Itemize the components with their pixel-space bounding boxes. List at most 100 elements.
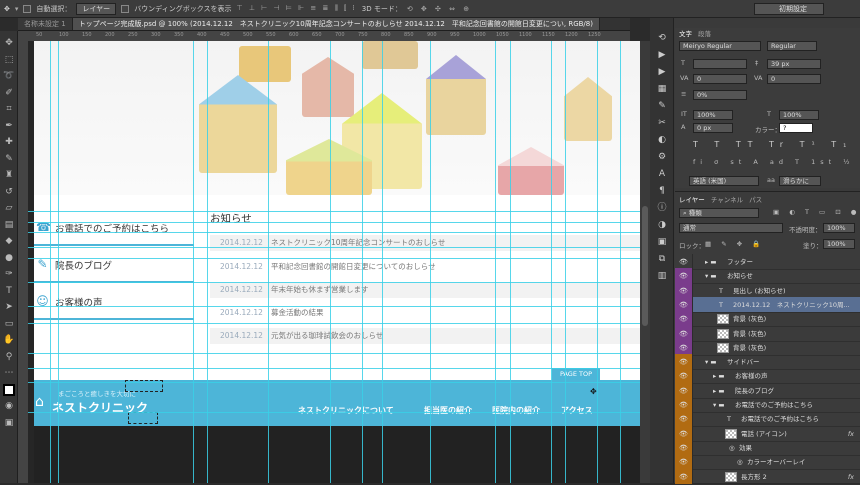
move-tool-icon[interactable]: ✥ bbox=[3, 37, 15, 49]
guide-horizontal[interactable] bbox=[28, 353, 640, 354]
stamp-tool-icon[interactable]: ♜ bbox=[3, 169, 15, 181]
swatches-icon[interactable]: ▦ bbox=[656, 83, 668, 95]
layer-row[interactable]: 👁 長方形 2 fx bbox=[675, 468, 860, 485]
guide-horizontal[interactable] bbox=[28, 382, 640, 383]
info-icon[interactable]: ⓘ bbox=[656, 202, 668, 214]
lasso-tool-icon[interactable]: ➰ bbox=[3, 70, 15, 82]
bbox-checkbox[interactable] bbox=[121, 4, 130, 13]
news-row[interactable]: 2014.12.12 元気が出る珈琲試飲会のおしらせ bbox=[210, 328, 640, 344]
hscale-field[interactable]: 100% bbox=[779, 110, 819, 120]
screen-mode-icon[interactable]: ▣ bbox=[3, 417, 15, 429]
tab-paths[interactable]: パス bbox=[749, 194, 762, 204]
adjust-icon[interactable]: ◐ bbox=[656, 134, 668, 146]
layer-filter-select[interactable]: ⌕ 種類 bbox=[679, 208, 759, 218]
selection-marquee[interactable] bbox=[128, 412, 158, 424]
guide-vertical[interactable] bbox=[50, 41, 51, 483]
layer-fx-icon[interactable]: fx bbox=[848, 469, 854, 484]
tab-paragraph[interactable]: 段落 bbox=[698, 28, 711, 38]
guide-vertical[interactable] bbox=[551, 41, 552, 483]
blend-mode-select[interactable]: 通常 bbox=[679, 223, 783, 233]
tab-document-1[interactable]: 名称未設定 1 bbox=[18, 18, 73, 30]
text-color-swatch[interactable]: ? bbox=[779, 123, 813, 133]
move-tool-icon[interactable]: ✥ bbox=[4, 5, 10, 13]
language-select[interactable]: 英語 (米国) bbox=[689, 176, 759, 186]
guide-vertical[interactable] bbox=[382, 41, 383, 483]
paragraph-icon[interactable]: ¶ bbox=[656, 185, 668, 197]
quick-select-tool-icon[interactable]: ✐ bbox=[3, 87, 15, 99]
guide-vertical[interactable] bbox=[620, 41, 621, 483]
mode3d-buttons[interactable]: ⟲ ✥ ✣ ⇔ ⊕ bbox=[407, 5, 472, 13]
opentype-buttons[interactable]: fi σ st A ad T 1st ½ bbox=[693, 158, 855, 166]
guide-vertical[interactable] bbox=[565, 41, 566, 483]
leading-field[interactable]: 39 px bbox=[767, 59, 821, 69]
text-style-buttons[interactable]: T T TT Tr T¹ T₁ T T bbox=[693, 140, 860, 149]
footer-nav-facility[interactable]: 医院内の紹介 bbox=[492, 405, 540, 416]
visibility-eye-icon[interactable]: 👁 bbox=[675, 468, 693, 484]
tool-preset-picker[interactable]: ▾ bbox=[15, 5, 19, 13]
guide-horizontal[interactable] bbox=[28, 306, 640, 307]
actions-icon[interactable]: ▶ bbox=[656, 49, 668, 61]
healing-tool-icon[interactable]: ✚ bbox=[3, 136, 15, 148]
guide-vertical[interactable] bbox=[58, 41, 59, 483]
news-row[interactable]: 2014.12.12 年末年始も休まず営業します bbox=[210, 282, 640, 298]
zoom-tool-icon[interactable]: ⚲ bbox=[3, 351, 15, 363]
rectangle-tool-icon[interactable]: ▭ bbox=[3, 318, 15, 330]
play-icon[interactable]: ▶ bbox=[656, 66, 668, 78]
guide-vertical[interactable] bbox=[362, 41, 363, 483]
crop-tool-icon[interactable]: ⌗ bbox=[3, 103, 15, 115]
news-row[interactable]: 2014.12.12 募金活動の結果 bbox=[210, 305, 640, 321]
guide-horizontal[interactable] bbox=[28, 412, 640, 413]
brush-icon[interactable]: ✎ bbox=[656, 100, 668, 112]
gradient-tool-icon[interactable]: ▤ bbox=[3, 219, 15, 231]
footer-nav-about[interactable]: ネストクリニックについて bbox=[298, 405, 394, 416]
quick-mask-icon[interactable]: ◉ bbox=[3, 400, 15, 412]
canvas-scrollbar[interactable] bbox=[640, 41, 650, 483]
scroll-thumb[interactable] bbox=[642, 206, 648, 326]
guide-horizontal[interactable] bbox=[28, 232, 640, 233]
guide-vertical[interactable] bbox=[495, 41, 496, 483]
guide-vertical[interactable] bbox=[268, 41, 269, 483]
guide-vertical[interactable] bbox=[193, 41, 194, 483]
kerning-field[interactable]: 0 bbox=[693, 74, 747, 84]
guide-horizontal[interactable] bbox=[28, 282, 640, 283]
marquee-tool-icon[interactable]: ⬚ bbox=[3, 54, 15, 66]
hand-tool-icon[interactable]: ✋ bbox=[3, 334, 15, 346]
tab-layers[interactable]: レイヤー bbox=[679, 194, 705, 204]
news-row[interactable]: 2014.12.12 ネストクリニック10周年記念コンサートのおしらせ bbox=[210, 235, 640, 251]
history-brush-icon[interactable]: ↺ bbox=[3, 186, 15, 198]
guide-vertical[interactable] bbox=[430, 41, 431, 483]
font-style-select[interactable]: Regular bbox=[767, 41, 817, 51]
color-icon[interactable]: ◑ bbox=[656, 219, 668, 231]
guide-vertical[interactable] bbox=[330, 41, 331, 483]
blur-tool-icon[interactable]: ◆ bbox=[3, 235, 15, 247]
anti-alias-select[interactable]: 滑らかに bbox=[779, 176, 821, 186]
guide-vertical[interactable] bbox=[510, 41, 511, 483]
auto-select-dropdown[interactable]: レイヤー bbox=[76, 2, 117, 15]
tab-document-2[interactable]: トップページ完成版.psd @ 100% (2014.12.12 ネストクリニッ… bbox=[72, 18, 600, 30]
tracking-field[interactable]: 0 bbox=[767, 74, 821, 84]
align-buttons[interactable]: ⊤ ⊥ ⊢ ⊣ ⊨ ⊩ ≡ ≣ ⫼ ⫿ ⁞ bbox=[237, 4, 357, 13]
eyedropper-tool-icon[interactable]: ✒ bbox=[3, 120, 15, 132]
color-swatches-icon[interactable] bbox=[3, 383, 15, 396]
guide-horizontal[interactable] bbox=[28, 222, 640, 223]
type-tool-icon[interactable]: T bbox=[3, 285, 15, 297]
auto-select-checkbox[interactable] bbox=[23, 4, 32, 13]
brush-tool-icon[interactable]: ✎ bbox=[3, 153, 15, 165]
guide-vertical[interactable] bbox=[207, 41, 208, 483]
guide-horizontal[interactable] bbox=[28, 247, 640, 248]
opacity-field[interactable]: 100% bbox=[823, 223, 855, 233]
properties-icon[interactable]: ⚙ bbox=[656, 151, 668, 163]
guide-horizontal[interactable] bbox=[28, 368, 640, 369]
font-family-select[interactable]: Meiryo Regular bbox=[679, 41, 761, 51]
vscale-field[interactable]: 100% bbox=[693, 110, 733, 120]
dots-icon[interactable]: ⋯ bbox=[3, 367, 15, 379]
3d-icon[interactable]: ▥ bbox=[656, 270, 668, 282]
character-icon[interactable]: A bbox=[656, 168, 668, 180]
font-size-field[interactable] bbox=[693, 59, 747, 69]
lock-buttons[interactable]: ▦ ✎ ✥ 🔒 bbox=[705, 240, 764, 248]
dodge-tool-icon[interactable]: ● bbox=[3, 252, 15, 264]
vertical-ruler[interactable] bbox=[18, 41, 28, 483]
footer-nav-doctors[interactable]: 担当医の紹介 bbox=[424, 405, 472, 416]
tab-channels[interactable]: チャンネル bbox=[711, 194, 743, 204]
tsume-field[interactable]: 0% bbox=[693, 90, 747, 100]
